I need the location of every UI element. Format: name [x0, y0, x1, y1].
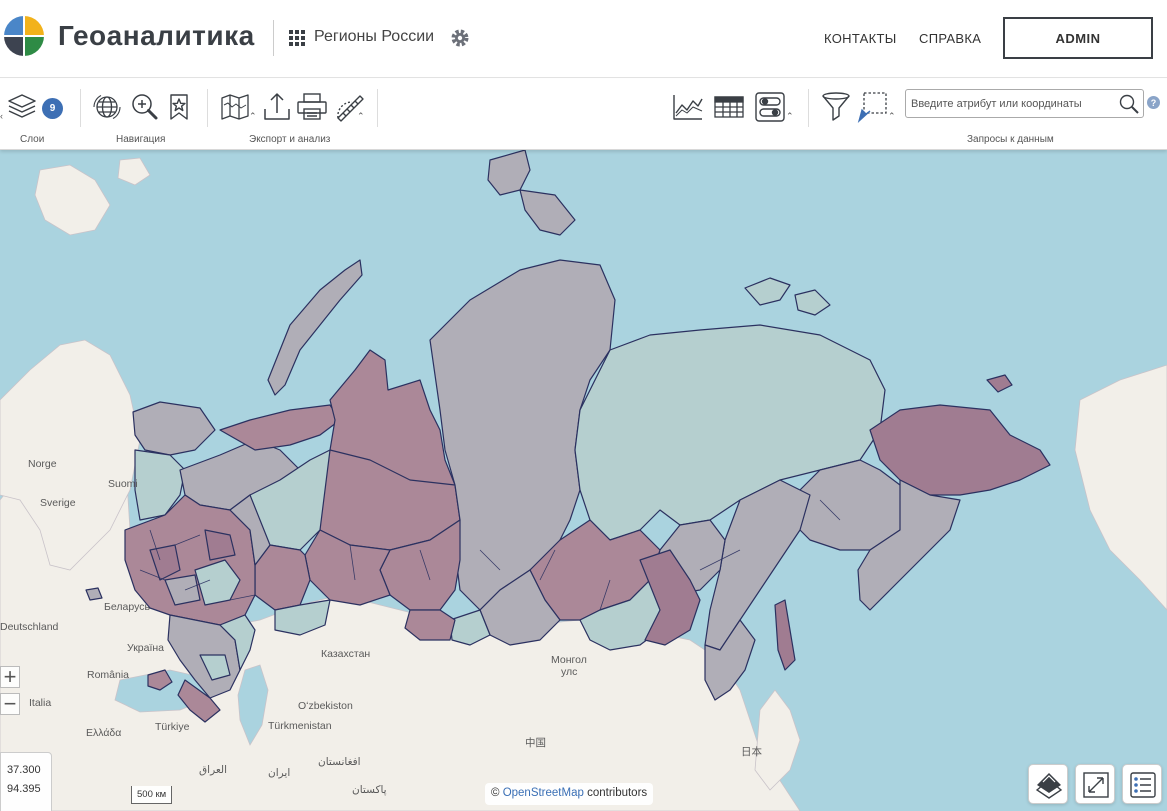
map-label-iraq: العراق — [199, 764, 228, 776]
toolbar-divider — [80, 89, 81, 127]
osm-link[interactable]: OpenStreetMap — [503, 787, 584, 799]
map-label-iran: ایران — [268, 767, 291, 779]
map-label-turkiye: Türkiye — [155, 721, 190, 733]
app-header: Геоаналитика Регионы России КОНТАКТЫ СПР… — [0, 0, 1167, 78]
map-label-japan: 日本 — [741, 746, 762, 758]
help-link[interactable]: СПРАВКА — [919, 31, 981, 46]
toolbar-divider — [808, 89, 809, 127]
basemap-icon — [1035, 773, 1063, 799]
header-divider — [273, 20, 274, 56]
map-label-norge: Norge — [28, 458, 57, 470]
coordinates-readout: 37.300 94.395 — [0, 752, 52, 811]
map-label-sverige: Sverige — [40, 497, 76, 509]
apps-grid-icon[interactable] — [289, 30, 305, 46]
layers-caret-icon[interactable]: ‹ — [0, 111, 3, 121]
map-attribution: © OpenStreetMap contributors — [485, 783, 654, 805]
map-print-icon[interactable] — [219, 91, 251, 123]
map-label-kazakhstan: Казахстан — [321, 648, 371, 660]
map-label-turkmenistan: Türkmenistan — [268, 720, 332, 732]
map-label-mongolia-2: улс — [561, 666, 578, 678]
basemap-button[interactable] — [1028, 764, 1068, 804]
map-label-mongolia-1: Монгол — [551, 654, 587, 666]
map-canvas[interactable]: Norge Sverige Suomi Беларусь Deutschland… — [0, 150, 1167, 811]
group-label-layers: Слои — [20, 134, 45, 145]
map-label-afghanistan: افغانستان — [318, 756, 361, 768]
map-label-china: 中国 — [525, 737, 546, 749]
legend-list-icon — [1130, 772, 1156, 798]
upload-icon[interactable] — [261, 91, 293, 123]
group-label-queries: Запросы к данным — [967, 134, 1054, 145]
zoom-in-icon[interactable] — [128, 91, 160, 123]
printer-icon[interactable] — [296, 91, 328, 123]
search-input[interactable] — [911, 94, 1116, 113]
scale-bar: 500 км — [131, 786, 173, 804]
bookmark-icon[interactable] — [163, 91, 195, 123]
attribution-prefix: © — [491, 787, 500, 799]
toolbar-divider — [207, 89, 208, 127]
select-caret-icon[interactable]: ⌃ — [888, 111, 896, 122]
chart-icon[interactable] — [672, 91, 704, 123]
layers-icon[interactable] — [6, 91, 38, 123]
user-admin-button[interactable]: ADMIN — [1003, 17, 1153, 59]
fullscreen-button[interactable] — [1075, 764, 1115, 804]
app-title: Геоаналитика — [58, 20, 255, 51]
toolbar: ‹ 9 ⌃ ⌃ ⌃ ⌃ Введите атрибут или координа… — [0, 79, 1167, 150]
help-icon[interactable]: ? — [1147, 96, 1160, 109]
fullscreen-icon — [1083, 772, 1109, 798]
select-area-icon[interactable] — [856, 91, 888, 123]
map-label-deutschland: Deutschland — [0, 621, 59, 633]
zoom-out-button[interactable]: − — [0, 693, 20, 715]
export-caret-icon[interactable]: ⌃ — [249, 111, 257, 122]
toolbar-divider — [377, 89, 378, 127]
app-logo-icon[interactable] — [4, 16, 44, 56]
group-label-navigation: Навигация — [116, 134, 166, 145]
coordinate-lat: 94.395 — [7, 783, 41, 795]
map-label-romania: România — [87, 669, 130, 681]
settings-caret-icon[interactable]: ⌃ — [786, 111, 794, 122]
coordinate-lon: 37.300 — [7, 764, 41, 776]
globe-icon[interactable] — [91, 91, 123, 123]
contacts-link[interactable]: КОНТАКТЫ — [824, 31, 897, 46]
map-label-pakistan: پاکستان — [352, 784, 387, 796]
group-label-export: Экспорт и анализ — [249, 134, 331, 145]
legend-button[interactable] — [1122, 764, 1162, 804]
map-label-italia: Italia — [29, 697, 52, 709]
gear-icon[interactable] — [450, 28, 470, 48]
map-label-uzbekistan: Oʻzbekiston — [298, 700, 353, 712]
search-box — [905, 89, 1144, 118]
filter-icon[interactable] — [820, 91, 852, 123]
measure-caret-icon[interactable]: ⌃ — [357, 111, 365, 122]
toggle-settings-icon[interactable] — [754, 91, 786, 123]
layers-count-badge: 9 — [42, 98, 63, 119]
map-label-ellada: Ελλάδα — [86, 727, 122, 739]
map-label-ukraine: Україна — [127, 642, 165, 654]
project-name[interactable]: Регионы России — [314, 28, 434, 46]
attribution-suffix: contributors — [587, 787, 648, 799]
table-icon[interactable] — [713, 91, 745, 123]
zoom-in-button[interactable]: + — [0, 666, 20, 688]
map-layer — [0, 150, 1167, 811]
search-icon[interactable] — [1118, 93, 1140, 115]
map-label-belarus: Беларусь — [104, 601, 150, 613]
map-label-suomi: Suomi — [108, 478, 138, 490]
